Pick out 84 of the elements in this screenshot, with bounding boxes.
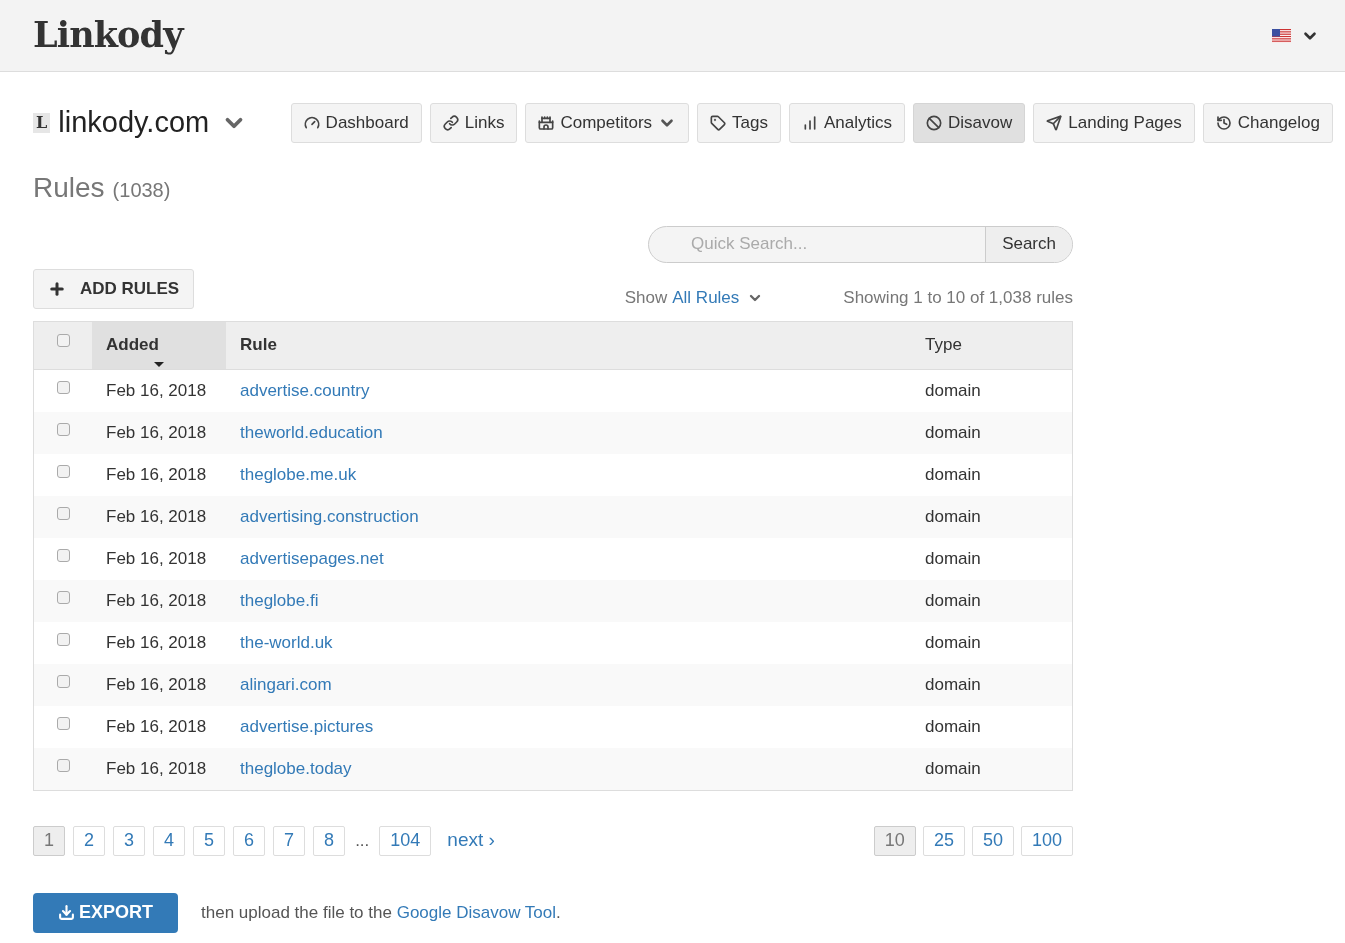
type-cell: domain	[925, 464, 981, 484]
site-name[interactable]: linkody.com	[58, 101, 210, 145]
rule-link[interactable]: advertise.pictures	[240, 716, 374, 736]
checkbox[interactable]	[56, 632, 70, 646]
results-summary: Showing 1 to 10 of 1,038 rules	[843, 287, 1073, 309]
search-button[interactable]: Search	[985, 226, 1072, 262]
type-cell: domain	[925, 548, 981, 568]
date-cell: Feb 16, 2018	[106, 632, 207, 652]
checkbox[interactable]	[56, 380, 70, 394]
page-button[interactable]: 3	[113, 825, 146, 856]
rule-link[interactable]: advertise.country	[240, 380, 370, 400]
export-note: then upload the file to the Google Disavow Tool.	[201, 901, 561, 924]
column-header[interactable]: Added	[92, 321, 226, 369]
next-link[interactable]: next ›	[447, 826, 495, 855]
download-icon	[58, 904, 75, 921]
type-cell: domain	[925, 632, 981, 652]
checkbox[interactable]	[56, 506, 70, 520]
rule-link[interactable]: the-world.uk	[240, 632, 333, 652]
checkbox[interactable]	[56, 590, 70, 604]
page-button[interactable]: 8	[313, 825, 346, 856]
rule-link[interactable]: alingari.com	[240, 674, 332, 694]
rule-count: (1038)	[112, 177, 171, 203]
rule-link[interactable]: theworld.education	[240, 422, 383, 442]
rule-link[interactable]: theglobe.fi	[240, 590, 319, 610]
nav-tab[interactable]: Analytics	[789, 102, 906, 143]
date-cell: Feb 16, 2018	[106, 590, 207, 610]
type-cell: domain	[925, 506, 981, 526]
ellipsis: ...	[354, 829, 371, 852]
type-cell: domain	[925, 674, 981, 694]
page-button[interactable]: 104	[379, 825, 432, 856]
date-cell: Feb 16, 2018	[106, 380, 207, 400]
type-cell: domain	[925, 422, 981, 442]
type-cell: domain	[925, 758, 981, 778]
checkbox[interactable]	[56, 422, 70, 436]
nav-tab[interactable]: Disavow	[913, 102, 1026, 143]
page-button[interactable]: 10	[873, 825, 916, 856]
search-field[interactable]: Quick Search... Search	[648, 225, 1073, 263]
page-button[interactable]: 1	[33, 825, 65, 856]
column-header[interactable]: Rule	[226, 321, 911, 369]
date-cell: Feb 16, 2018	[106, 506, 207, 526]
plus-icon	[48, 279, 66, 298]
page-button[interactable]: 5	[193, 825, 226, 856]
page-title: Rules	[33, 170, 105, 205]
checkbox[interactable]	[56, 674, 70, 688]
nav-tab[interactable]: Dashboard	[290, 102, 422, 143]
date-cell: Feb 16, 2018	[106, 758, 207, 778]
filter-label: Show	[624, 287, 668, 309]
rule-link[interactable]: advertisepages.net	[240, 548, 384, 568]
checkbox[interactable]	[56, 464, 70, 478]
date-cell: Feb 16, 2018	[106, 548, 207, 568]
nav-tab[interactable]: Competitors	[525, 102, 690, 143]
nav-tab[interactable]: Tags	[697, 102, 782, 143]
type-cell: domain	[925, 590, 981, 610]
date-cell: Feb 16, 2018	[106, 716, 207, 736]
column-header[interactable]: Type	[911, 321, 1072, 369]
rule-link[interactable]: advertising.construction	[240, 506, 419, 526]
disavow-tool-link[interactable]: Google Disavow Tool	[396, 902, 557, 922]
nav-tab[interactable]: Changelog	[1202, 102, 1333, 143]
nav-tab[interactable]: Landing Pages	[1033, 102, 1195, 143]
logo[interactable]: Linkody	[33, 9, 183, 62]
rule-link[interactable]: theglobe.me.uk	[240, 464, 357, 484]
date-cell: Feb 16, 2018	[106, 422, 207, 442]
page-button[interactable]: 2	[73, 825, 106, 856]
page-button[interactable]: 25	[922, 825, 965, 856]
rule-link[interactable]: theglobe.today	[240, 758, 352, 778]
type-cell: domain	[925, 380, 981, 400]
export-button[interactable]: EXPORT	[33, 892, 178, 933]
date-cell: Feb 16, 2018	[106, 674, 207, 694]
nav-tab[interactable]: Links	[429, 102, 518, 143]
type-cell: domain	[925, 716, 981, 736]
page-button[interactable]: 6	[233, 825, 266, 856]
checkbox[interactable]	[56, 548, 70, 562]
checkbox[interactable]	[56, 333, 70, 347]
page-button[interactable]: 100	[1020, 825, 1073, 856]
filter-dropdown[interactable]: All Rules	[672, 285, 740, 311]
checkbox[interactable]	[56, 758, 70, 772]
date-cell: Feb 16, 2018	[106, 464, 207, 484]
page-button[interactable]: 4	[153, 825, 186, 856]
flag-icon[interactable]	[1272, 28, 1291, 43]
add-rules-button[interactable]: ADD RULES	[33, 268, 195, 309]
checkbox[interactable]	[56, 716, 70, 730]
page-button[interactable]: 7	[273, 825, 306, 856]
page-button[interactable]: 50	[971, 825, 1014, 856]
site-favicon: L	[33, 112, 51, 133]
